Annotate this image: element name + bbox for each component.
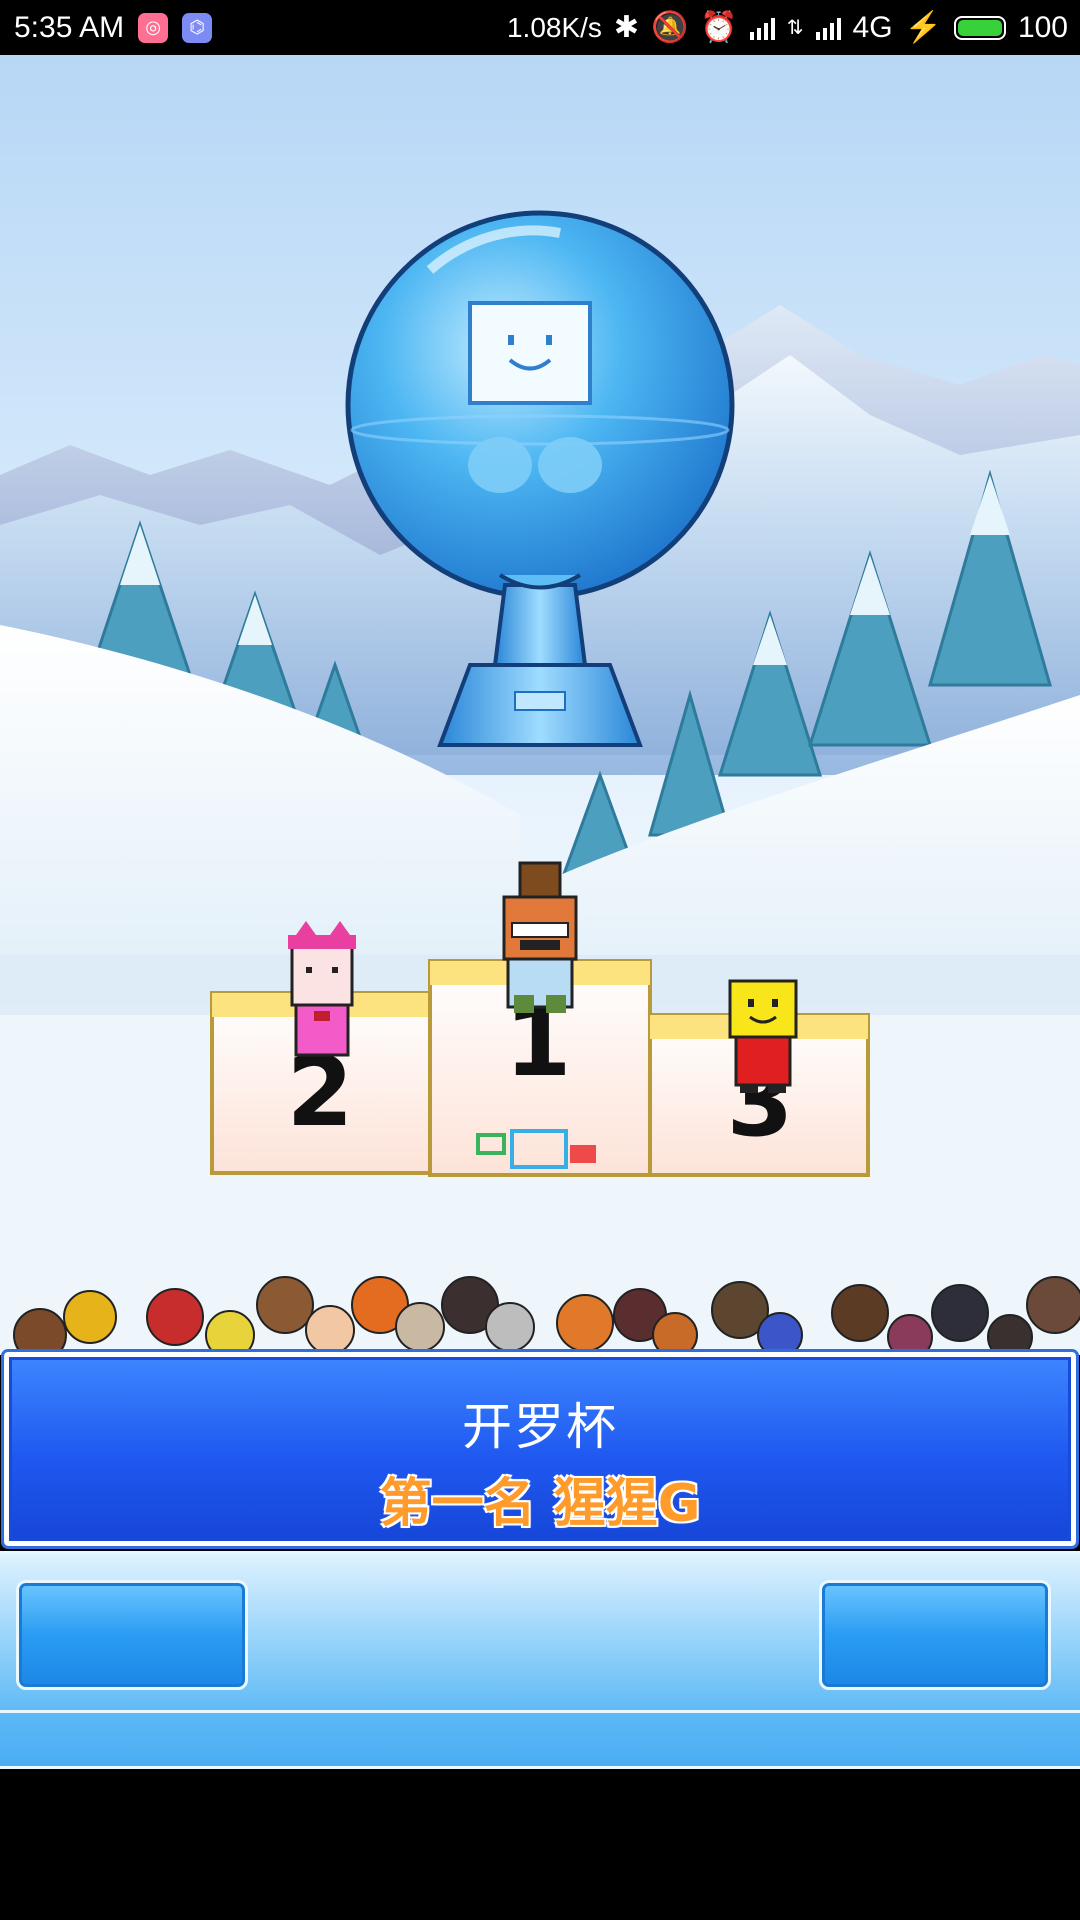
charging-icon: ⚡	[904, 11, 942, 44]
signal-icon	[749, 16, 775, 40]
scene-artwork: 2 1 3	[0, 210, 1080, 1355]
battery-icon	[953, 15, 1006, 40]
screen-bottom	[0, 1769, 1080, 1920]
battery-level: 100	[1017, 10, 1068, 44]
mute-icon: 🔕	[651, 11, 689, 44]
character-second-place	[288, 921, 356, 1057]
status-bar: 5:35 AM ◎ ⌬ 1.08K/s ✱ 🔕 ⏰ ⇅ 4G ⚡ 100	[0, 0, 1080, 55]
app-icon-blue: ⌬	[182, 12, 213, 43]
right-button[interactable]	[819, 1580, 1051, 1690]
net-speed: 1.08K/s	[506, 11, 602, 43]
data-arrows-icon: ⇅	[786, 17, 804, 39]
left-button[interactable]	[16, 1580, 248, 1690]
network-type: 4G	[852, 10, 893, 44]
signal-icon	[815, 16, 841, 40]
bottom-bar	[0, 1551, 1080, 1772]
cup-title: 开罗杯	[462, 1398, 618, 1456]
bluetooth-icon: ✱	[613, 11, 640, 44]
bottom-divider	[0, 1710, 1080, 1713]
alarm-icon: ⏰	[700, 11, 738, 44]
status-time: 5:35 AM	[14, 10, 125, 44]
result-text: 第一名 猩猩G	[379, 1474, 701, 1534]
character-third-place	[728, 979, 798, 1093]
game-scene: 2 1 3	[0, 55, 1080, 1355]
app-icon-pink: ◎	[138, 12, 169, 43]
result-dialog: 开罗杯 第一名 猩猩G	[1, 1349, 1079, 1549]
